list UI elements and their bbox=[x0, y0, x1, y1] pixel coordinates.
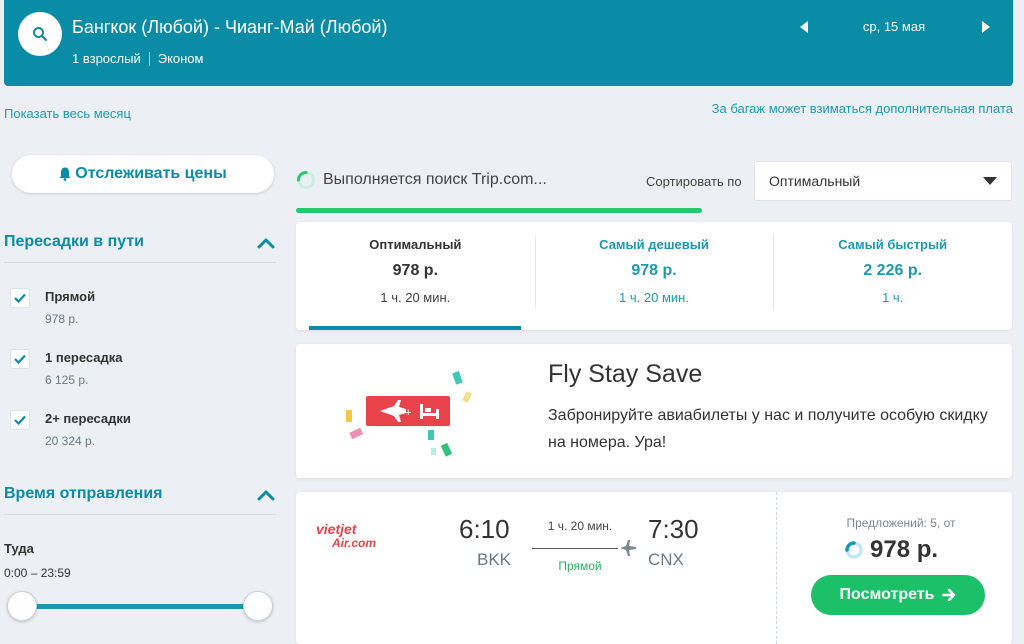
time-slider-track[interactable] bbox=[20, 604, 260, 609]
chevron-up-icon[interactable] bbox=[256, 485, 276, 505]
departure-time: 6:10 bbox=[459, 514, 510, 544]
arrow-right-icon bbox=[942, 589, 956, 601]
card-divider bbox=[776, 492, 777, 644]
sort-selected-value: Оптимальный bbox=[769, 173, 861, 189]
bell-icon bbox=[59, 167, 71, 181]
prev-date-button[interactable] bbox=[797, 18, 811, 36]
tab-duration: 1 ч. bbox=[882, 290, 904, 305]
stops-option-price: 6 125 р. bbox=[45, 373, 89, 387]
check-icon bbox=[14, 354, 26, 364]
tab-price: 2 226 р. bbox=[863, 262, 923, 279]
view-deal-label: Посмотреть bbox=[839, 586, 935, 603]
svg-text:+: + bbox=[405, 407, 411, 419]
search-progress-bar bbox=[296, 208, 702, 213]
sort-select[interactable]: Оптимальный bbox=[754, 161, 1012, 201]
sort-label: Сортировать по bbox=[646, 174, 742, 189]
sort-tabs: Оптимальный 978 р. 1 ч. 20 мин. Самый де… bbox=[296, 222, 1012, 330]
departure-filter-header[interactable]: Время отправления bbox=[4, 485, 276, 515]
loading-spinner-icon bbox=[845, 541, 863, 559]
tab-label: Оптимальный bbox=[369, 237, 462, 252]
passengers-count: 1 взрослый bbox=[72, 51, 141, 66]
tab-label: Самый дешевый bbox=[599, 237, 709, 252]
svg-text:Air.com: Air.com bbox=[331, 536, 376, 550]
flight-hotel-promo-illustration: + bbox=[346, 370, 472, 457]
stops-option-label: 2+ пересадки bbox=[45, 411, 131, 426]
loading-spinner-icon bbox=[297, 171, 315, 189]
stops-filter-header[interactable]: Пересадки в пути bbox=[4, 233, 276, 263]
route-line bbox=[532, 548, 618, 549]
time-slider-end-handle[interactable] bbox=[243, 591, 273, 621]
show-month-link[interactable]: Показать весь месяц bbox=[4, 106, 131, 121]
price-value: 978 р. bbox=[870, 536, 939, 563]
promo-banner[interactable]: + Fly Stay Save Забронируйте авиабилеты … bbox=[296, 344, 1012, 478]
stops-option-label: Прямой bbox=[45, 289, 96, 304]
offers-count: Предложений: 5, от bbox=[846, 516, 956, 530]
route-title[interactable]: Бангкок (Любой) - Чианг-Май (Любой) bbox=[72, 17, 387, 38]
arrival-time: 7:30 bbox=[648, 514, 699, 544]
selected-date[interactable]: ср, 15 мая bbox=[824, 19, 964, 34]
view-deal-button[interactable]: Посмотреть bbox=[811, 575, 985, 615]
passenger-cabin-info[interactable]: 1 взрослый Эконом bbox=[72, 51, 203, 66]
departure-airport: BKK bbox=[477, 550, 512, 569]
direction-label: Туда bbox=[4, 541, 34, 556]
airline-logo: vietjet Air.com bbox=[316, 520, 388, 555]
plane-icon bbox=[620, 540, 636, 556]
search-button[interactable] bbox=[18, 12, 62, 56]
svg-text:vietjet: vietjet bbox=[316, 521, 358, 537]
stops-filter-title: Пересадки в пути bbox=[4, 233, 145, 250]
flight-result-card[interactable]: vietjet Air.com 6:10 BKK 1 ч. 20 мин. Пр… bbox=[296, 492, 1012, 644]
checkbox[interactable] bbox=[10, 410, 30, 430]
stops-option-price: 20 324 р. bbox=[45, 434, 96, 448]
tab-price: 978 р. bbox=[631, 262, 677, 279]
arrival-airport: CNX bbox=[648, 550, 684, 569]
search-header: Бангкок (Любой) - Чианг-Май (Любой) 1 вз… bbox=[4, 0, 1013, 86]
search-icon bbox=[33, 27, 47, 41]
tab-cheapest[interactable]: Самый дешевый 978 р. 1 ч. 20 мин. bbox=[534, 222, 774, 330]
tab-duration: 1 ч. 20 мин. bbox=[619, 290, 689, 305]
result-price: 978 р. bbox=[844, 536, 938, 564]
tab-optimal[interactable]: Оптимальный 978 р. 1 ч. 20 мин. bbox=[296, 222, 535, 330]
active-tab-indicator bbox=[309, 326, 521, 330]
stops-option-label: 1 пересадка bbox=[45, 350, 123, 365]
check-icon bbox=[14, 415, 26, 425]
caret-down-icon bbox=[983, 177, 997, 185]
promo-title: Fly Stay Save bbox=[548, 360, 703, 388]
meta-divider bbox=[148, 51, 150, 66]
cabin-class: Эконом bbox=[157, 51, 204, 66]
departure-filter-title: Время отправления bbox=[4, 485, 163, 502]
time-range-value: 0:00 – 23:59 bbox=[4, 566, 71, 580]
checkbox[interactable] bbox=[10, 349, 30, 369]
search-status: Выполняется поиск Trip.com... bbox=[323, 171, 547, 188]
caret-right-icon bbox=[982, 21, 990, 33]
tab-price: 978 р. bbox=[392, 262, 439, 279]
tab-duration: 1 ч. 20 мин. bbox=[380, 290, 451, 305]
stops-info: Прямой bbox=[558, 559, 602, 573]
stops-option-price: 978 р. bbox=[45, 312, 79, 326]
time-slider-start-handle[interactable] bbox=[7, 591, 37, 621]
tab-fastest[interactable]: Самый быстрый 2 226 р. 1 ч. bbox=[773, 222, 1012, 330]
promo-text: Забронируйте авиабилеты у нас и получите… bbox=[548, 407, 988, 451]
tab-label: Самый быстрый bbox=[838, 237, 948, 252]
next-date-button[interactable] bbox=[979, 18, 993, 36]
baggage-note-link[interactable]: За багаж может взиматься дополнительная … bbox=[712, 101, 1013, 116]
flight-duration: 1 ч. 20 мин. bbox=[547, 519, 613, 533]
caret-left-icon bbox=[800, 21, 808, 33]
chevron-up-icon[interactable] bbox=[256, 233, 276, 253]
track-prices-button[interactable]: Отслеживать цены bbox=[12, 155, 274, 193]
check-icon bbox=[14, 293, 26, 303]
checkbox[interactable] bbox=[10, 288, 30, 308]
track-prices-label: Отслеживать цены bbox=[75, 165, 227, 182]
